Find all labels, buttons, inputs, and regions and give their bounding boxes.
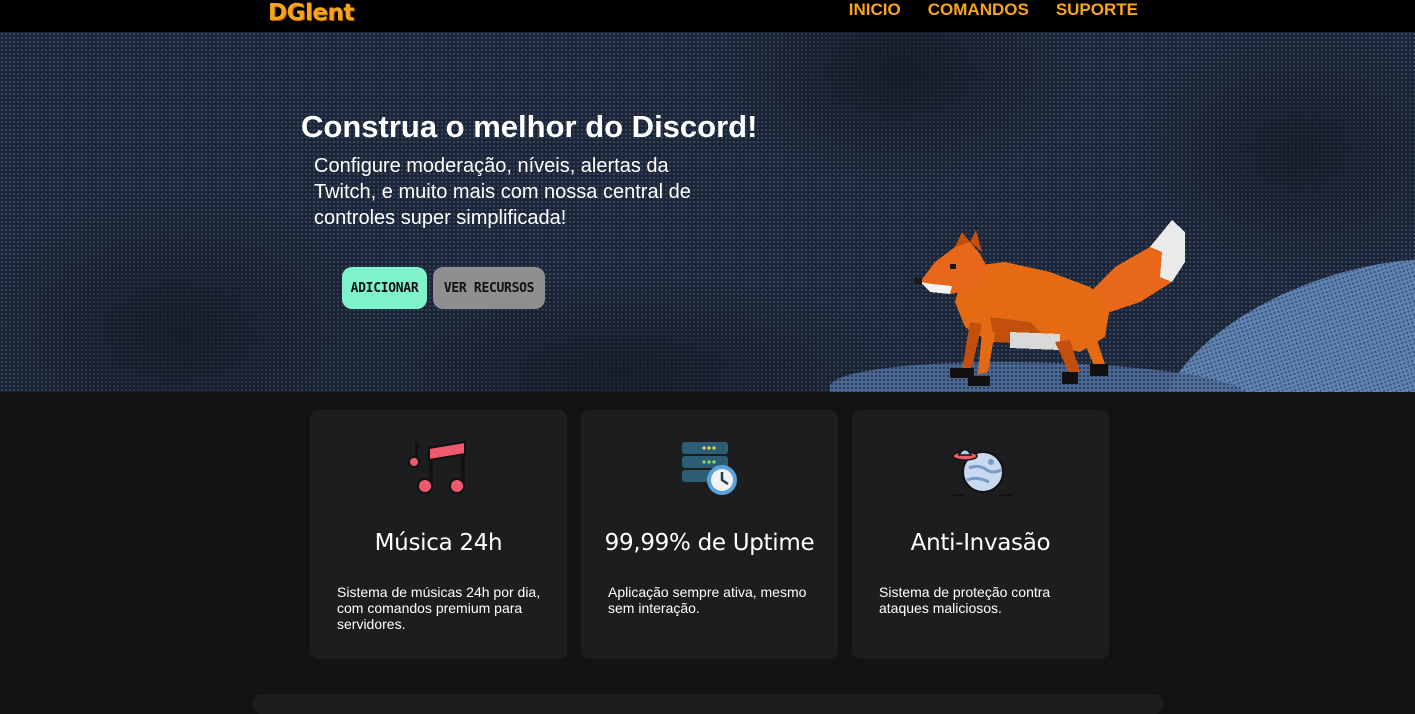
feature-card-uptime: 99,99% de Uptime Aplicação sempre ativa,… (581, 410, 838, 659)
hero-banner: Construa o melhor do Discord! Configure … (0, 32, 1415, 392)
add-bot-button[interactable]: ADICIONAR (342, 267, 427, 309)
pixel-fox-icon (914, 220, 1185, 386)
hero-description: Configure moderação, níveis, alertas da … (314, 155, 691, 229)
nav-link-inicio[interactable]: INICIO (849, 0, 901, 20)
features-section: Música 24h Sistema de músicas 24h por di… (310, 410, 1109, 659)
feature-card-anti-invasion: Anti-Invasão Sistema de proteção contra … (852, 410, 1109, 659)
music-notes-icon (407, 440, 466, 494)
feature-card-music: Música 24h Sistema de músicas 24h por di… (310, 410, 567, 659)
feature-description: Aplicação sempre ativa, mesmo sem intera… (608, 584, 807, 616)
feature-title: Música 24h (374, 530, 503, 556)
nav-link-suporte[interactable]: SUPORTE (1056, 0, 1138, 20)
next-section-panel (252, 694, 1164, 714)
feature-description: Sistema de músicas 24h por dia, com coma… (337, 584, 541, 632)
view-resources-button[interactable]: VER RECURSOS (433, 267, 545, 309)
main-nav: INICIO COMANDOS SUPORTE (849, 0, 1138, 20)
feature-title: 99,99% de Uptime (604, 530, 815, 556)
server-clock-icon (681, 442, 737, 495)
feature-title: Anti-Invasão (910, 530, 1051, 556)
top-navbar: DGlent INICIO COMANDOS SUPORTE (0, 0, 1415, 32)
brand-logo[interactable]: DGlent (268, 0, 354, 26)
nav-link-comandos[interactable]: COMANDOS (928, 0, 1029, 20)
feature-description: Sistema de proteção contra ataques malic… (879, 584, 1051, 616)
planet-ufo-icon (950, 448, 1013, 496)
hero-title: Construa o melhor do Discord! (301, 109, 758, 144)
